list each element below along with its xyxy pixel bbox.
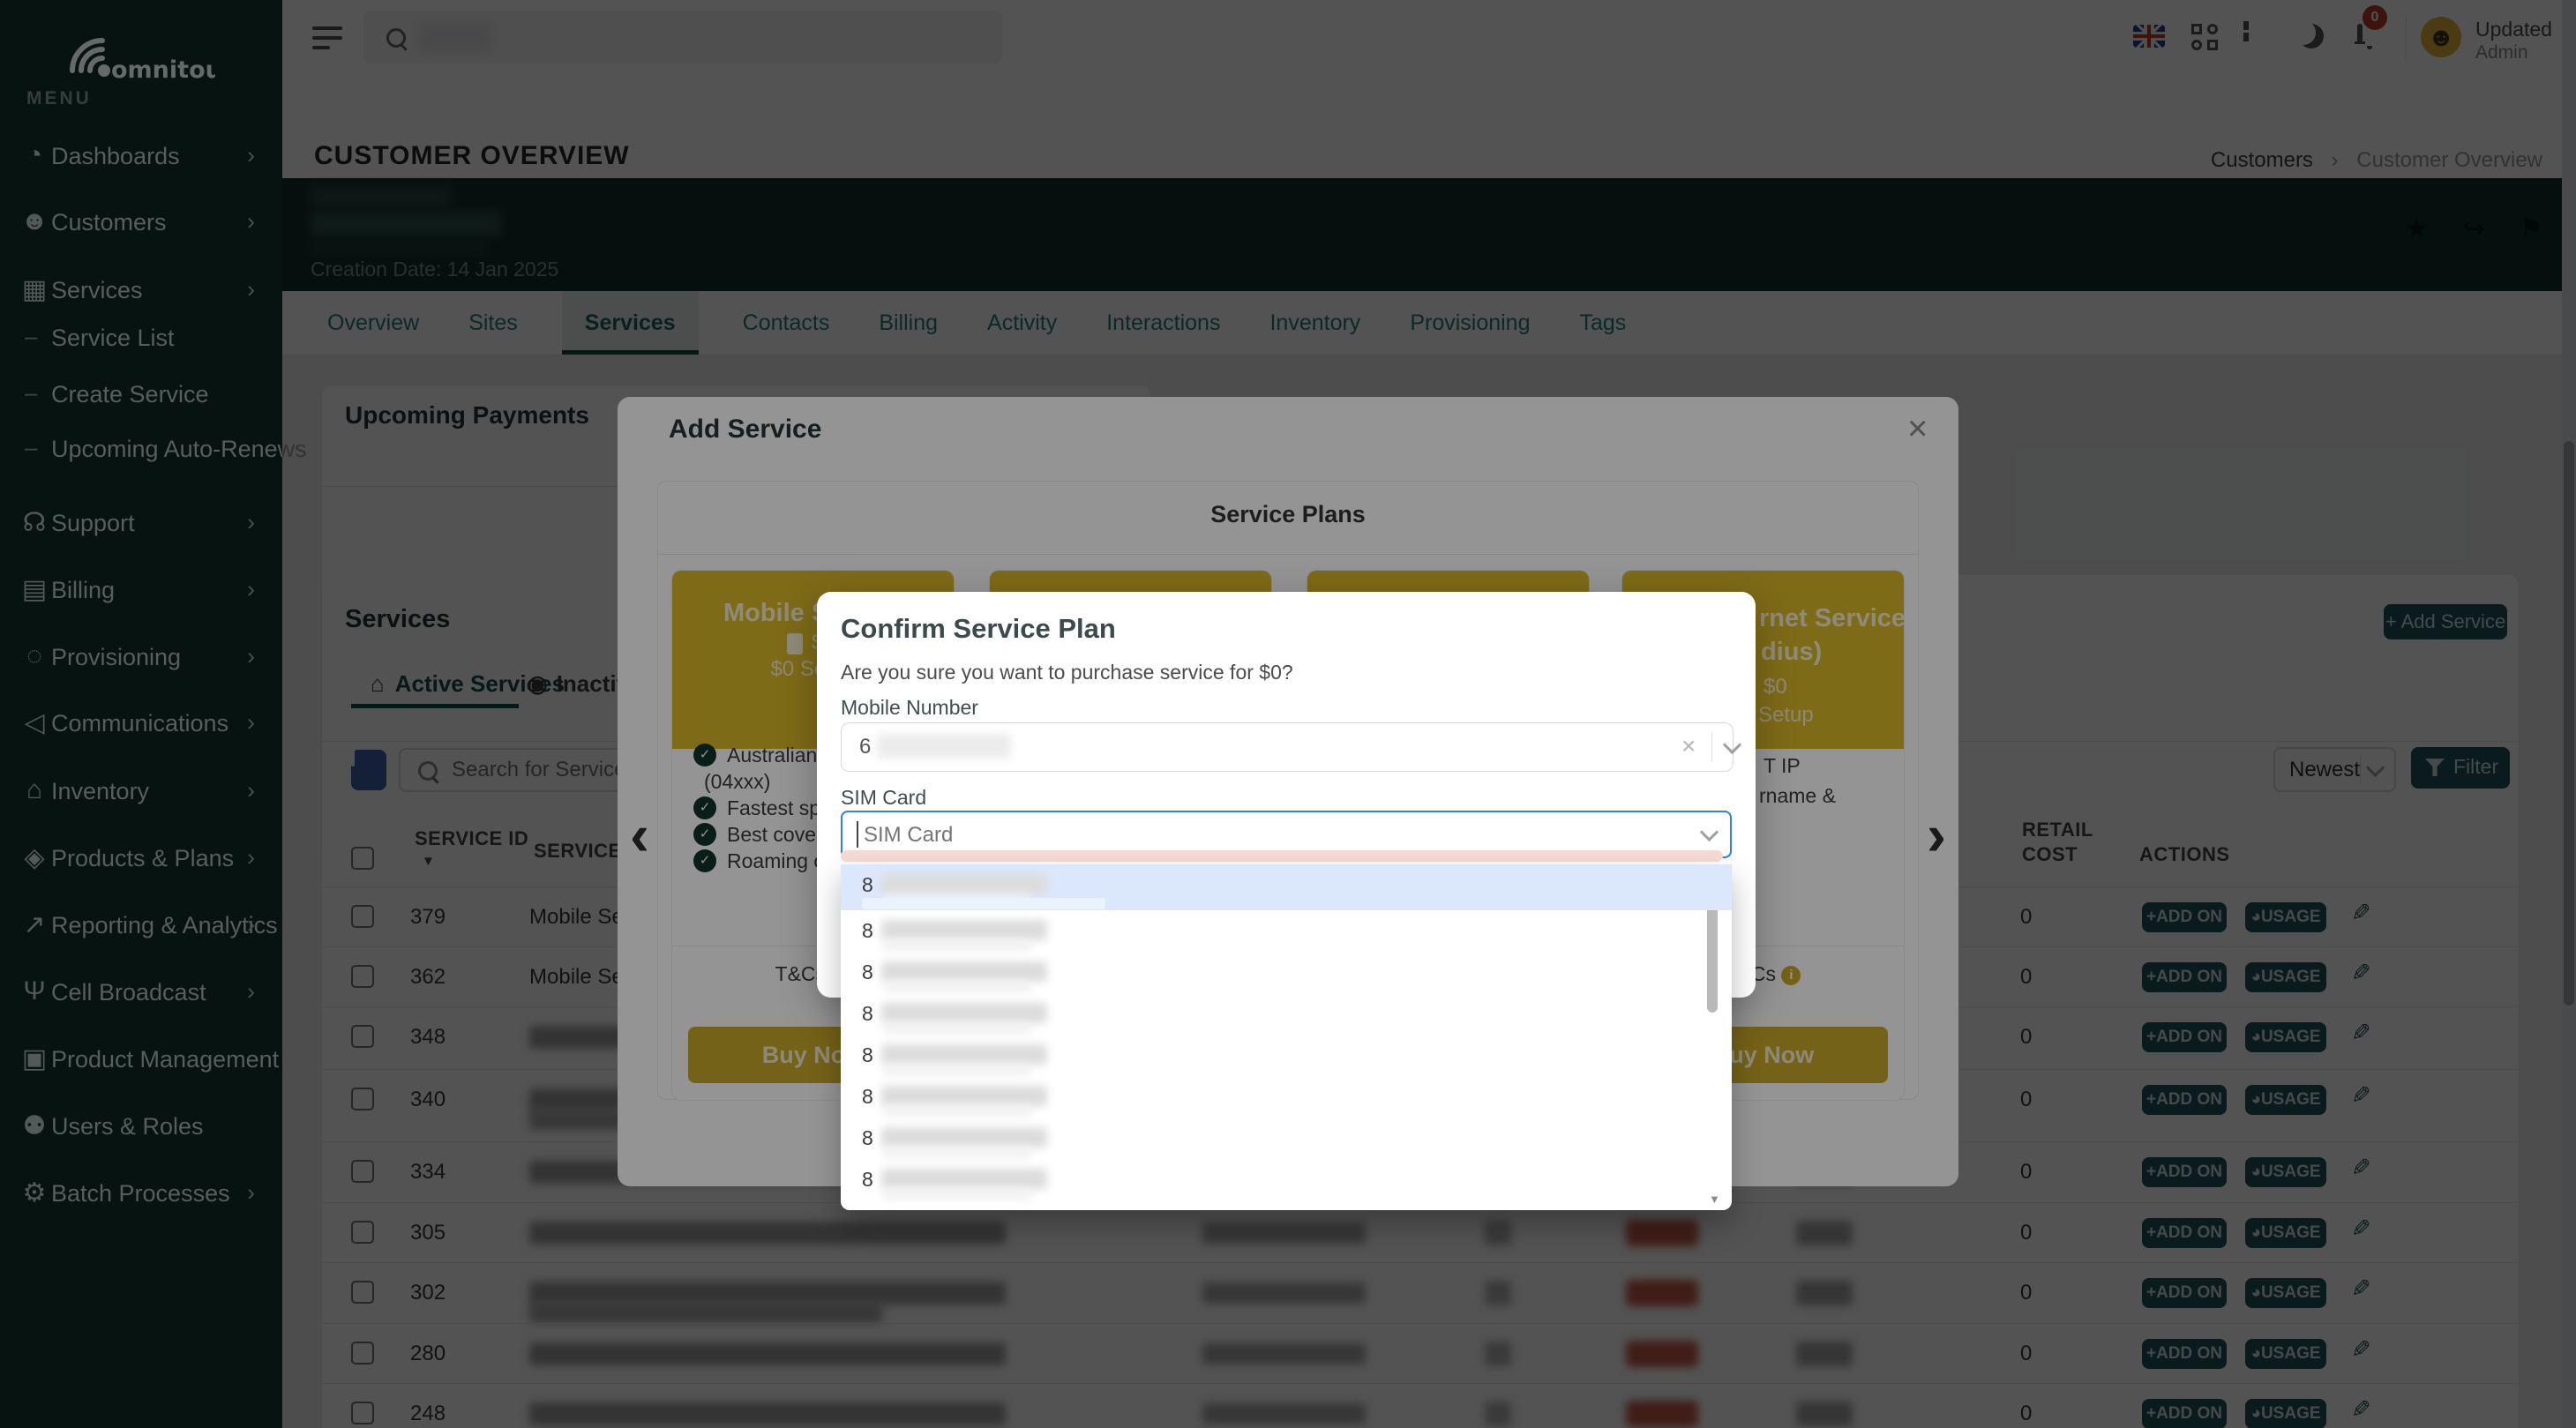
redacted-sim-subtitle — [883, 1148, 1031, 1158]
chevron-down-icon[interactable] — [1723, 736, 1741, 754]
redacted-sim-number — [881, 961, 1047, 982]
sim-option[interactable]: 8 — [841, 993, 1732, 1035]
sim-option-prefix: 8 — [862, 961, 873, 984]
redacted-sim-number — [881, 874, 1047, 894]
sim-option[interactable]: 8 — [841, 952, 1732, 993]
redacted-sim-subtitle — [883, 940, 1031, 951]
sim-option[interactable]: 8 — [841, 1076, 1732, 1118]
chevron-down-icon[interactable] — [1700, 823, 1719, 841]
sim-option[interactable]: 8 — [841, 1118, 1732, 1159]
dialog-title: Confirm Service Plan — [841, 613, 1116, 645]
sim-option-prefix: 8 — [862, 1126, 873, 1150]
sim-card-input[interactable] — [862, 818, 1677, 853]
redacted-sim-subtitle — [883, 1106, 1031, 1117]
redacted-sim-subtitle — [883, 982, 1031, 992]
sim-card-label: SIM Card — [841, 786, 926, 810]
sim-option[interactable]: 8 — [841, 1035, 1732, 1076]
mobile-number-select[interactable]: 6 × — [841, 722, 1734, 772]
redacted-sim-number — [881, 1044, 1047, 1065]
sim-option[interactable]: 8 — [841, 864, 1732, 910]
redacted-sim-number — [881, 1169, 1047, 1189]
sim-option-prefix: 8 — [862, 1168, 873, 1192]
app-root: omnitouch MENU ◔ Dashboards › ☻ Customer… — [0, 0, 2576, 1428]
redacted-sim-number — [881, 1003, 1047, 1023]
validation-hint-strip — [841, 850, 1723, 862]
mobile-number-label: Mobile Number — [841, 696, 978, 720]
sim-option[interactable]: 8 — [841, 910, 1732, 952]
sim-card-dropdown: ▲ ▼ 8 8 8 8 — [841, 864, 1732, 1210]
mobile-number-value: 6 — [859, 735, 871, 759]
sim-option-prefix: 8 — [862, 873, 873, 897]
sim-option-prefix: 8 — [862, 1085, 873, 1109]
redacted-sim-subtitle — [883, 1023, 1031, 1034]
sim-option[interactable]: 8 — [841, 1159, 1732, 1200]
sim-option-prefix: 8 — [862, 1043, 873, 1067]
clear-x-icon[interactable]: × — [1681, 732, 1696, 760]
redacted-sim-subtitle — [883, 1189, 1031, 1200]
sim-option-prefix: 8 — [862, 919, 873, 943]
redacted-sim-number — [881, 1127, 1047, 1148]
redacted-sim-number — [881, 920, 1047, 940]
sim-option-prefix: 8 — [862, 1002, 873, 1026]
text-cursor — [857, 821, 858, 848]
redacted-sim-number — [881, 1086, 1047, 1106]
divider — [1711, 732, 1712, 762]
option-highlight-strip — [862, 898, 1105, 909]
redacted-sim-subtitle — [883, 1065, 1031, 1075]
redacted-mobile-number — [877, 734, 1011, 759]
dialog-message: Are you sure you want to purchase servic… — [841, 661, 1293, 684]
